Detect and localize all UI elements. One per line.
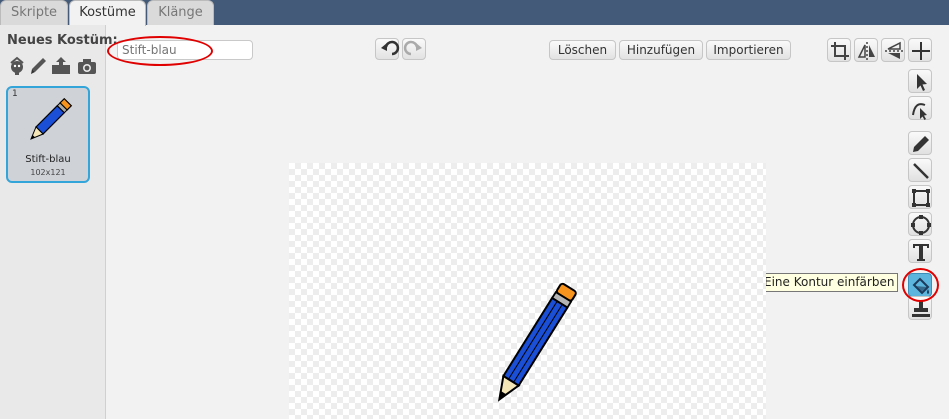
line-icon[interactable]: [908, 158, 932, 182]
reshape-icon[interactable]: [908, 96, 932, 120]
flip-horizontal-icon[interactable]: [854, 38, 878, 62]
camera-icon[interactable]: [77, 56, 97, 76]
pencil-thumbnail-image: [30, 97, 73, 140]
top-tab-bar: Skripte Kostüme Klänge: [0, 0, 949, 26]
costume-sidebar: Neues Kostüm: 1 Stift-blau 102x121: [0, 25, 118, 419]
redo-button[interactable]: [402, 38, 426, 60]
stamp-icon[interactable]: [908, 296, 932, 320]
set-center-icon[interactable]: [908, 38, 932, 62]
crop-icon[interactable]: [827, 38, 851, 62]
paint-brush-icon[interactable]: [28, 56, 48, 76]
costume-size: 102x121: [30, 168, 66, 177]
paint-canvas[interactable]: [289, 163, 766, 419]
add-button[interactable]: Hinzufügen: [619, 40, 703, 60]
costume-name: Stift-blau: [25, 154, 71, 165]
pencil-icon[interactable]: [908, 131, 932, 155]
select-icon[interactable]: [908, 69, 932, 93]
tab-sounds[interactable]: Klänge: [147, 0, 214, 25]
sprite-library-icon[interactable]: [7, 56, 27, 76]
rectangle-icon[interactable]: [908, 185, 932, 209]
upload-icon[interactable]: [50, 56, 70, 76]
tool-tooltip: Eine Kontur einfärben: [760, 273, 899, 292]
tab-scripts[interactable]: Skripte: [0, 0, 68, 25]
text-tool-icon[interactable]: [908, 239, 932, 263]
color-shape-icon[interactable]: [908, 273, 932, 297]
clear-button[interactable]: Löschen: [549, 40, 616, 60]
ellipse-icon[interactable]: [908, 212, 932, 236]
costume-name-input[interactable]: [117, 40, 253, 60]
tab-costumes[interactable]: Kostüme: [69, 0, 146, 26]
costume-thumbnail[interactable]: 1 Stift-blau 102x121: [6, 86, 90, 183]
undo-button[interactable]: [375, 38, 400, 60]
import-button[interactable]: Importieren: [706, 40, 791, 60]
flip-vertical-icon[interactable]: [881, 38, 905, 62]
new-costume-label: Neues Kostüm:: [7, 33, 118, 48]
pencil-drawing: [497, 282, 577, 402]
